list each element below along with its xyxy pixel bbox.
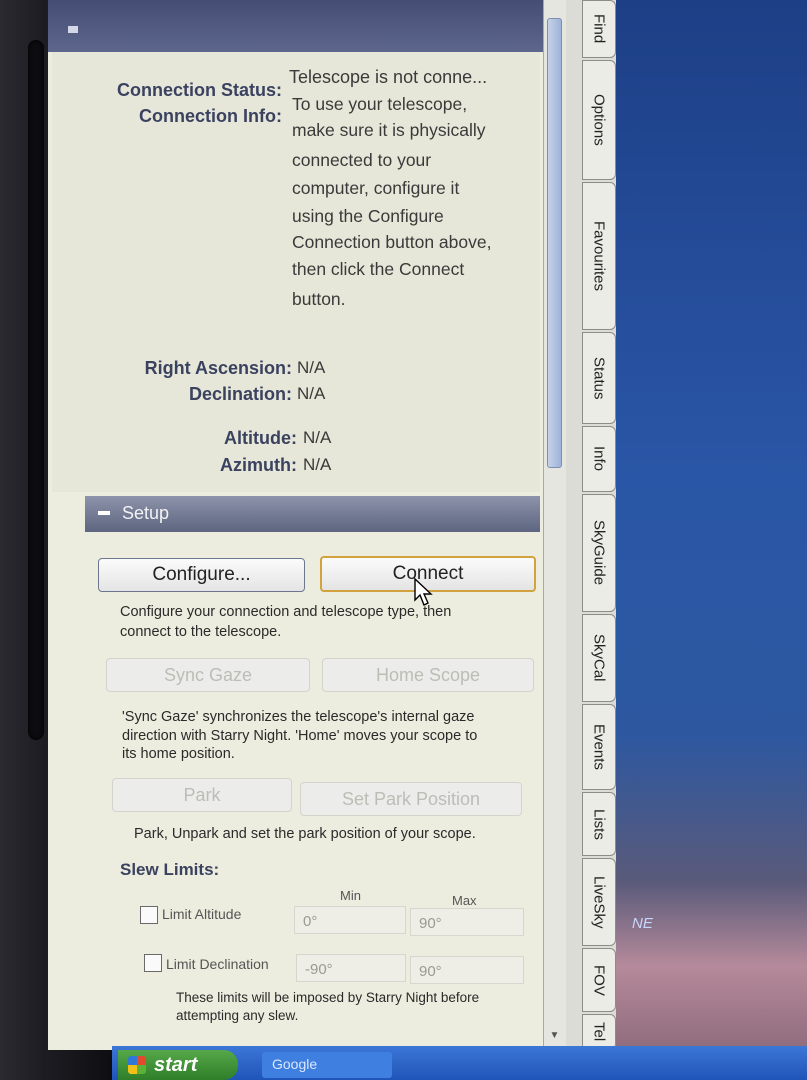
home-scope-button[interactable]: Home Scope <box>322 658 534 692</box>
azimuth-label: Azimuth: <box>220 455 297 475</box>
tab-label: Find <box>590 14 608 44</box>
tab-telescope[interactable]: Tel <box>582 1014 616 1050</box>
sync-gaze-button[interactable]: Sync Gaze <box>106 658 310 692</box>
right-ascension-value: N/A <box>297 358 326 377</box>
taskbar-item[interactable]: Google <box>262 1052 392 1078</box>
tab-label: Info <box>590 446 608 472</box>
declination-label: Declination: <box>188 384 292 404</box>
connection-info-line: Connection button above, <box>292 232 492 252</box>
tab-options[interactable]: Options <box>582 60 616 180</box>
tab-skycal[interactable]: SkyCal <box>582 614 616 702</box>
connection-info-line: make sure it is physically <box>292 120 486 140</box>
tab-fov[interactable]: FOV <box>582 948 616 1012</box>
tab-label: SkyCal <box>590 634 608 682</box>
azimuth-value: N/A <box>303 455 332 474</box>
connection-info-line: then click the Connect <box>292 259 465 279</box>
altitude-max-field[interactable]: 90° <box>410 908 524 936</box>
connection-info-line: connected to your <box>292 150 432 170</box>
tab-find[interactable]: Find <box>582 0 616 58</box>
tab-label: LiveSky <box>590 875 608 929</box>
configure-button[interactable]: Configure... <box>98 558 305 592</box>
collapse-icon[interactable] <box>68 26 78 33</box>
windows-logo-icon <box>128 1056 146 1074</box>
tab-favourites[interactable]: Favourites <box>582 182 616 330</box>
tab-label: Tel <box>590 1022 608 1042</box>
tab-label: FOV <box>590 964 608 996</box>
limit-altitude-label: Limit Altitude <box>162 906 242 922</box>
tab-skyguide[interactable]: SkyGuide <box>582 494 616 612</box>
limit-declination-checkbox[interactable] <box>144 954 162 972</box>
slew-note-line: attempting any slew. <box>176 1008 299 1023</box>
tab-label: Events <box>590 724 608 770</box>
connection-info-line: computer, configure it <box>292 178 460 198</box>
tab-lists[interactable]: Lists <box>582 792 616 856</box>
tab-livesky[interactable]: LiveSky <box>582 858 616 946</box>
limit-declination-label: Limit Declination <box>166 956 269 972</box>
limit-altitude-checkbox[interactable] <box>140 906 158 924</box>
sync-description-line: direction with Starry Night. 'Home' move… <box>122 728 478 744</box>
tab-status[interactable]: Status <box>582 332 616 424</box>
sync-description-line: its home position. <box>122 746 235 762</box>
connect-description-line: connect to the telescope. <box>120 624 282 640</box>
altitude-value: N/A <box>303 428 332 447</box>
connection-info-line: button. <box>292 289 346 309</box>
scroll-down-arrow-icon[interactable]: ▼ <box>547 1030 562 1046</box>
altitude-min-field[interactable]: 0° <box>294 906 406 934</box>
park-button[interactable]: Park <box>112 778 292 812</box>
connect-description-line: Configure your connection and telescope … <box>120 604 452 620</box>
max-column-header: Max <box>452 893 477 908</box>
connection-status-value: Telescope is not conne... <box>289 67 488 87</box>
connection-status-label: Connection Status: <box>117 80 282 100</box>
slew-note-line: These limits will be imposed by Starry N… <box>176 990 480 1005</box>
connection-info-label: Connection Info: <box>139 106 282 126</box>
tab-events[interactable]: Events <box>582 704 616 790</box>
altitude-label: Altitude: <box>224 428 297 448</box>
declination-min-field[interactable]: -90° <box>296 954 406 982</box>
tab-label: Options <box>590 94 608 146</box>
scrollbar-thumb[interactable] <box>547 18 562 468</box>
connection-info-line: To use your telescope, <box>292 94 468 114</box>
setup-section-title: Setup <box>122 503 170 523</box>
min-column-header: Min <box>340 888 361 903</box>
tab-label: SkyGuide <box>590 520 608 586</box>
connection-info-line: using the Configure <box>292 206 444 226</box>
tab-label: Favourites <box>590 220 608 292</box>
tab-info[interactable]: Info <box>582 426 616 492</box>
bezel-ridge <box>28 40 44 740</box>
sync-description-line: 'Sync Gaze' synchronizes the telescope's… <box>122 709 475 725</box>
set-park-position-button[interactable]: Set Park Position <box>300 782 522 816</box>
minus-icon[interactable] <box>98 511 110 515</box>
tab-label: Lists <box>590 808 608 840</box>
park-description: Park, Unpark and set the park position o… <box>134 826 476 842</box>
start-label: start <box>154 1053 198 1076</box>
panel-header <box>48 0 543 52</box>
declination-value: N/A <box>297 384 326 403</box>
start-button[interactable]: start <box>118 1050 238 1080</box>
tab-label: Status <box>590 356 608 400</box>
slew-limits-title: Slew Limits: <box>120 860 220 879</box>
right-ascension-label: Right Ascension: <box>144 358 292 378</box>
horizon-direction-label: NE <box>632 915 653 932</box>
declination-max-field[interactable]: 90° <box>410 956 524 984</box>
desktop-background <box>610 0 807 1050</box>
